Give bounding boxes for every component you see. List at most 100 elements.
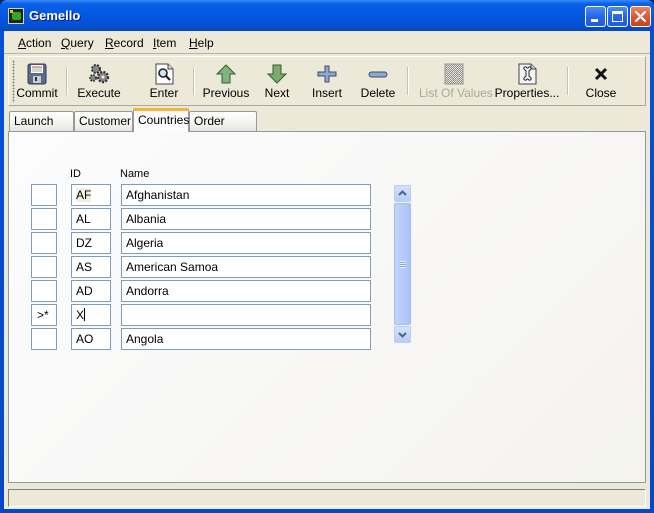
close-icon <box>634 10 647 23</box>
menu-item[interactable]: Item <box>153 36 176 50</box>
tab-customer[interactable]: Customer <box>74 111 133 131</box>
menu-bar: Action Query Record Item Help <box>4 31 650 54</box>
close-button[interactable]: Close <box>581 63 621 103</box>
list-of-values-button[interactable]: List Of Values <box>419 63 493 103</box>
minus-icon <box>366 63 390 85</box>
table-row: AD Andorra <box>9 280 409 302</box>
maximize-icon <box>612 11 623 22</box>
table-row: AO Angola <box>9 328 409 350</box>
record-indicator[interactable] <box>31 280 57 302</box>
list-of-values-label: List Of Values <box>419 86 493 100</box>
country-name-field[interactable] <box>121 304 371 326</box>
close-x-icon <box>589 63 613 85</box>
menu-help-label: Help <box>189 36 214 50</box>
properties-button[interactable]: Properties... <box>494 63 560 103</box>
record-indicator[interactable] <box>31 208 57 230</box>
record-indicator[interactable] <box>31 232 57 254</box>
mnemonic-letter: A <box>18 36 27 50</box>
enter-button[interactable]: Enter <box>143 63 185 103</box>
app-icon[interactable] <box>8 8 24 24</box>
mnemonic-letter: I <box>153 36 157 50</box>
table-row-current: >* X <box>9 304 409 326</box>
mnemonic-letter: H <box>189 36 198 50</box>
next-button[interactable]: Next <box>261 63 293 103</box>
previous-label: Previous <box>202 86 250 100</box>
table-row: AS American Samoa <box>9 256 409 278</box>
country-id-field[interactable]: AS <box>71 256 111 278</box>
window-title: Gemello <box>29 8 81 23</box>
country-id-field-active[interactable]: X <box>71 304 111 326</box>
properties-wrench-icon <box>515 63 539 85</box>
country-name-field[interactable]: American Samoa <box>121 256 371 278</box>
next-label: Next <box>264 86 290 100</box>
tab-order-entry[interactable]: Order Entry <box>189 111 257 147</box>
title-bar[interactable]: Gemello <box>0 0 654 31</box>
country-id-field[interactable]: AF <box>71 184 111 206</box>
table-row: DZ Algeria <box>9 232 409 254</box>
country-id-field[interactable]: AO <box>71 328 111 350</box>
country-name-field[interactable]: Andorra <box>121 280 371 302</box>
commit-button[interactable]: Commit <box>15 63 59 103</box>
toolbar-separator <box>567 67 569 95</box>
country-id-field[interactable]: DZ <box>71 232 111 254</box>
records-scrollbar[interactable] <box>394 185 411 343</box>
menu-help[interactable]: Help <box>189 36 214 50</box>
country-id-field[interactable]: AL <box>71 208 111 230</box>
tab-countries[interactable]: Countries <box>133 108 189 132</box>
text-caret <box>84 308 86 321</box>
mnemonic-letter: Q <box>61 36 71 50</box>
close-window-button[interactable] <box>630 6 651 27</box>
plus-icon <box>315 63 339 85</box>
record-indicator[interactable] <box>31 184 57 206</box>
insert-button[interactable]: Insert <box>309 63 345 103</box>
mnemonic-letter: R <box>105 36 114 50</box>
menu-item-label: Item <box>153 36 177 50</box>
execute-button[interactable]: Execute <box>71 63 127 103</box>
country-id-field[interactable]: AD <box>71 280 111 302</box>
insert-label: Insert <box>311 86 342 100</box>
delete-button[interactable]: Delete <box>360 63 396 103</box>
record-indicator-current[interactable]: >* <box>31 304 57 326</box>
record-indicator[interactable] <box>31 256 57 278</box>
arrow-up-icon <box>214 63 238 85</box>
country-id-value: X <box>76 308 85 322</box>
commit-label: Commit <box>16 86 58 100</box>
country-name-field[interactable]: Algeria <box>121 232 371 254</box>
execute-label: Execute <box>77 86 121 100</box>
scroll-down-button[interactable] <box>394 326 411 343</box>
menu-query-label: Query <box>61 36 94 50</box>
record-indicator[interactable] <box>31 328 57 350</box>
status-bar <box>8 489 646 507</box>
minimize-icon <box>591 19 598 22</box>
country-id-value: AF <box>76 188 92 202</box>
thumb-grip-icon <box>400 261 406 268</box>
arrow-down-icon <box>265 63 289 85</box>
menu-record-label: Record <box>105 36 144 50</box>
country-name-field[interactable]: Angola <box>121 328 371 350</box>
chevron-up-icon <box>398 190 407 196</box>
properties-label: Properties... <box>494 86 560 100</box>
chevron-down-icon <box>398 332 407 338</box>
tab-launch-pad[interactable]: Launch Pad <box>9 111 74 147</box>
column-header-id: ID <box>70 168 81 180</box>
country-name-field[interactable]: Albania <box>121 208 371 230</box>
toolbar-separator <box>66 67 68 95</box>
floppy-disk-icon <box>25 63 49 85</box>
minimize-button[interactable] <box>585 6 606 27</box>
previous-button[interactable]: Previous <box>201 63 251 103</box>
table-row: AF Afghanistan <box>9 184 409 206</box>
scroll-thumb[interactable] <box>394 203 411 325</box>
column-header-name: Name <box>120 168 150 180</box>
client-area: Action Query Record Item Help Commit Exe… <box>4 31 650 509</box>
tab-strip: Launch Pad Customer Countries Order Entr… <box>8 108 646 147</box>
maximize-button[interactable] <box>607 6 628 27</box>
menu-query[interactable]: Query <box>61 36 94 50</box>
countries-panel: ID Name AF Afghanistan AL Albania DZ Alg… <box>8 131 646 483</box>
menu-record[interactable]: Record <box>105 36 144 50</box>
scroll-up-button[interactable] <box>394 185 411 202</box>
menu-action[interactable]: Action <box>18 36 51 50</box>
list-of-values-icon <box>442 63 466 85</box>
delete-label: Delete <box>360 86 396 100</box>
country-name-field[interactable]: Afghanistan <box>121 184 371 206</box>
enter-label: Enter <box>149 86 179 100</box>
